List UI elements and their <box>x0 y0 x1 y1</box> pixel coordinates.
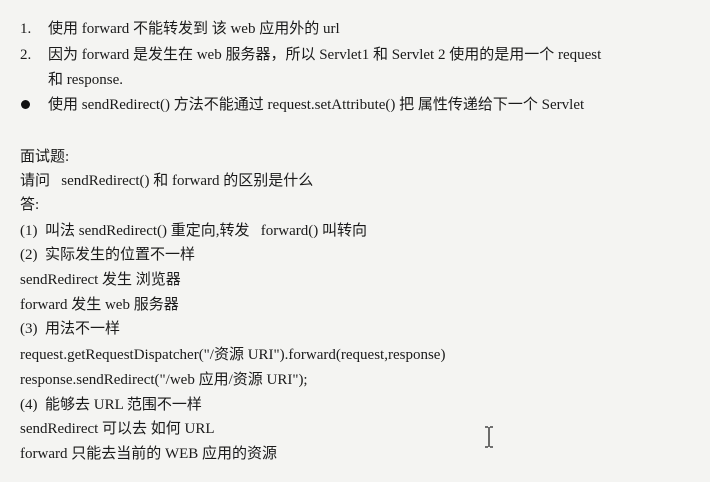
bullet-icon <box>21 100 30 109</box>
note-text: 和 response. <box>48 72 123 88</box>
document-page: 1. 使用 forward 不能转发到 该 web 应用外的 url 2. 因为… <box>20 21 602 462</box>
note-text: 使用 sendRedirect() 方法不能通过 request.setAttr… <box>48 97 585 113</box>
note-number: 2. <box>20 47 32 63</box>
text-cursor-icon <box>484 426 494 448</box>
note-number: 1. <box>20 21 32 37</box>
note-text: 使用 forward 不能转发到 该 web 应用外的 url <box>48 21 340 37</box>
note-text: 因为 forward 是发生在 web 服务器，所以 Servlet1 和 Se… <box>48 47 602 63</box>
